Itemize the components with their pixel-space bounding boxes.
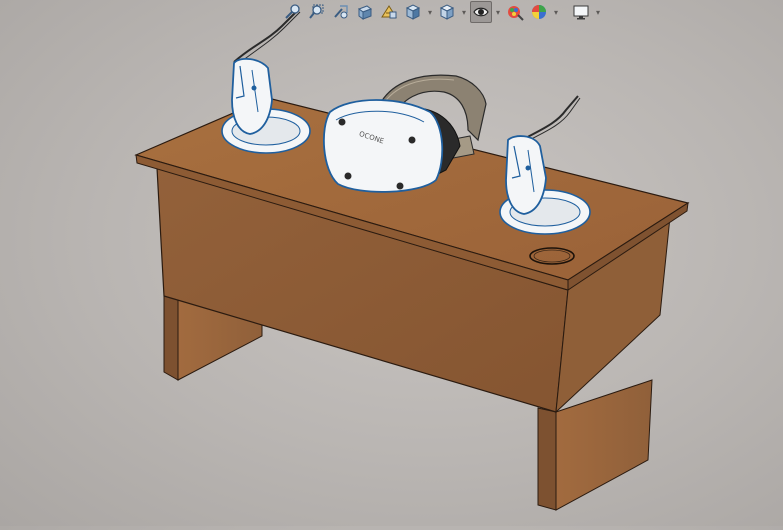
display-style-dropdown[interactable]: ▾ (460, 1, 468, 23)
zoom-to-fit-icon (285, 4, 300, 19)
heads-up-view-toolbar: ▾ ▾ ▾ ▾ ▾ (282, 0, 602, 24)
dynamic-annotation-views-button[interactable] (378, 1, 400, 23)
apply-scene-icon (532, 5, 546, 19)
previous-view-button[interactable] (330, 1, 352, 23)
edit-appearance-button[interactable] (504, 1, 526, 23)
view-settings-dropdown[interactable]: ▾ (594, 1, 602, 23)
view-settings-icon (573, 5, 589, 20)
section-view-button[interactable] (354, 1, 376, 23)
view-settings-button[interactable] (570, 1, 592, 23)
hide-show-items-dropdown[interactable]: ▾ (494, 1, 502, 23)
display-style-icon (439, 4, 455, 20)
desk-right-leg (537, 407, 557, 511)
chevron-down-icon: ▾ (427, 7, 432, 17)
hide-show-items-icon (473, 7, 489, 17)
model-canvas[interactable]: OCONE (0, 0, 783, 526)
previous-view-icon (334, 5, 348, 19)
zoom-to-fit-button[interactable] (282, 1, 304, 23)
chevron-down-icon: ▾ (595, 7, 600, 17)
view-orientation-button[interactable] (402, 1, 424, 23)
hide-show-items-button[interactable] (470, 1, 492, 23)
chevron-down-icon: ▾ (553, 7, 558, 17)
edit-appearance-icon (508, 6, 524, 21)
zoom-to-area-button[interactable] (306, 1, 328, 23)
view-orientation-dropdown[interactable]: ▾ (426, 1, 434, 23)
apply-scene-button[interactable] (528, 1, 550, 23)
view-orientation-icon (405, 4, 421, 20)
zoom-to-area-icon (309, 4, 324, 19)
right-controller (499, 95, 591, 235)
left-controller (221, 9, 311, 154)
chevron-down-icon: ▾ (495, 7, 500, 17)
graphics-viewport[interactable]: OCONE ▾ ▾ ▾ ▾ ▾ (0, 0, 783, 526)
section-view-icon (357, 5, 373, 20)
chevron-down-icon: ▾ (461, 7, 466, 17)
display-style-button[interactable] (436, 1, 458, 23)
apply-scene-dropdown[interactable]: ▾ (552, 1, 560, 23)
dynamic-annotation-view-icon (381, 5, 397, 19)
